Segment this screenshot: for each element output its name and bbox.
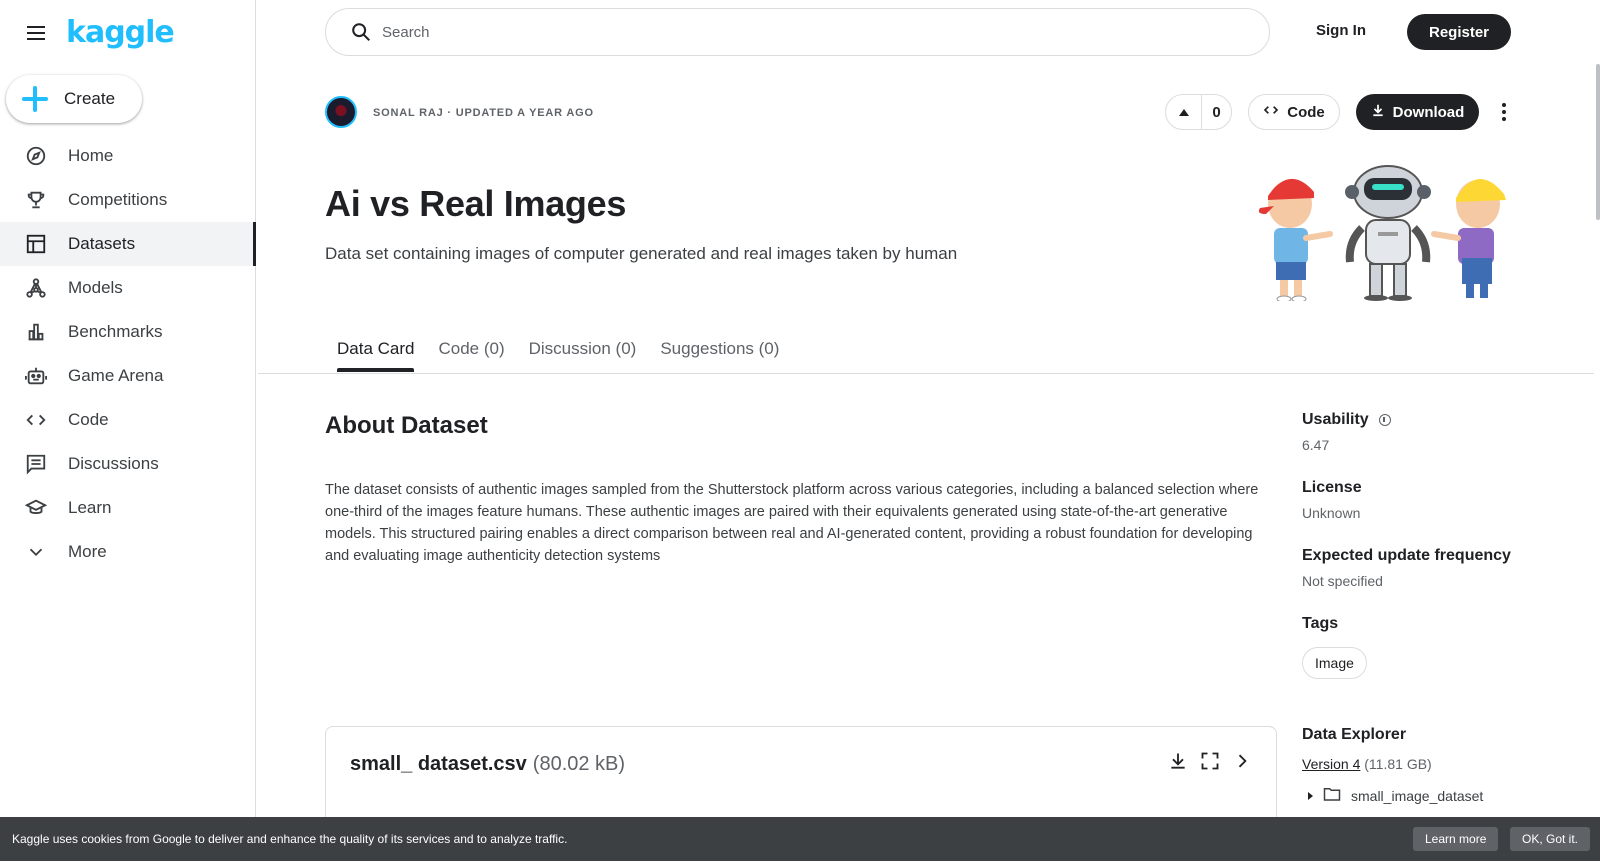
search-bar[interactable] [325, 8, 1270, 56]
tab-discussion[interactable]: Discussion (0) [517, 330, 649, 372]
register-button[interactable]: Register [1407, 14, 1511, 50]
sign-in-button[interactable]: Sign In [1316, 22, 1366, 39]
school-icon [24, 496, 48, 520]
code-icon [24, 408, 48, 432]
folder-icon [1323, 786, 1341, 805]
code-icon [1263, 102, 1279, 122]
search-input[interactable] [382, 23, 1242, 41]
create-label: Create [64, 89, 116, 108]
license-value: Unknown [1302, 505, 1361, 521]
usability-value: 6.47 [1302, 437, 1330, 453]
version-link[interactable]: Version 4 [1302, 756, 1360, 772]
code-button[interactable]: Code [1248, 94, 1340, 130]
download-icon[interactable] [1168, 751, 1188, 771]
sidebar-item-label: Models [68, 278, 123, 297]
avatar[interactable] [325, 96, 357, 128]
sidebar-item-label: Competitions [68, 190, 168, 209]
about-description: The dataset consists of authentic images… [325, 482, 1259, 564]
sidebar-item-label: More [68, 542, 107, 561]
sidebar: kaggle Create Home Competitions Datasets [0, 0, 256, 861]
sidebar-item-label: Game Arena [68, 366, 164, 385]
sidebar-item-discussions[interactable]: Discussions [0, 442, 256, 486]
sidebar-item-more[interactable]: More [0, 530, 256, 574]
hamburger-menu-icon[interactable] [24, 21, 48, 45]
frequency-label: Expected update frequency [1302, 547, 1511, 564]
chevron-down-icon [24, 540, 48, 564]
upvote-button[interactable] [1166, 95, 1202, 129]
download-icon [1371, 103, 1385, 121]
sidebar-nav: Home Competitions Datasets Models Benchm… [0, 134, 256, 574]
tab-suggestions[interactable]: Suggestions (0) [648, 330, 791, 372]
sidebar-item-benchmarks[interactable]: Benchmarks [0, 310, 256, 354]
sidebar-item-game-arena[interactable]: Game Arena [0, 354, 256, 398]
sidebar-item-code[interactable]: Code [0, 398, 256, 442]
usability-label: Usability [1302, 411, 1369, 428]
data-explorer-section: Data Explorer Version 4 (11.81 GB) small… [1302, 726, 1572, 805]
robot-icon [24, 364, 48, 388]
sidebar-item-label: Benchmarks [68, 322, 163, 341]
upvote-control: 0 [1165, 94, 1232, 130]
cookie-ok-button[interactable]: OK, Got it. [1510, 827, 1591, 851]
sidebar-item-label: Code [68, 410, 109, 429]
models-icon [24, 276, 48, 300]
download-button-label: Download [1392, 103, 1465, 121]
search-icon [350, 21, 372, 43]
sidebar-item-label: Learn [68, 498, 112, 517]
info-icon[interactable] [1378, 414, 1391, 426]
sidebar-item-datasets[interactable]: Datasets [0, 222, 256, 266]
version-size: (11.81 GB) [1364, 756, 1432, 772]
kaggle-logo[interactable]: kaggle [66, 16, 175, 50]
page-subtitle: Data set containing images of computer g… [325, 244, 958, 263]
sidebar-item-home[interactable]: Home [0, 134, 256, 178]
comment-icon [24, 452, 48, 476]
data-explorer-label: Data Explorer [1302, 726, 1407, 743]
sidebar-item-competitions[interactable]: Competitions [0, 178, 256, 222]
download-button[interactable]: Download [1356, 94, 1479, 130]
more-vert-icon[interactable] [1494, 100, 1514, 124]
tags-section: Tags Image [1302, 615, 1572, 679]
tag-chip[interactable]: Image [1302, 647, 1367, 679]
file-actions [1168, 751, 1252, 771]
plus-icon [22, 86, 48, 112]
tab-bar: Data Card Code (0) Discussion (0) Sugges… [325, 330, 791, 372]
tab-data-card[interactable]: Data Card [325, 330, 426, 372]
sidebar-item-label: Datasets [68, 234, 136, 253]
file-size: (80.02 kB) [532, 753, 626, 775]
license-label: License [1302, 479, 1362, 496]
brand: kaggle [24, 16, 175, 50]
sidebar-item-label: Discussions [68, 454, 159, 473]
usability-section: Usability 6.47 [1302, 411, 1572, 453]
owner-line: SONAL RAJ · UPDATED A YEAR AGO [373, 107, 594, 119]
arrow-up-icon [1178, 108, 1189, 116]
folder-name: small_image_dataset [1351, 787, 1484, 804]
dataset-cover-image [1258, 165, 1506, 301]
bar-chart-icon [24, 320, 48, 344]
fullscreen-icon[interactable] [1200, 751, 1220, 771]
sidebar-item-label: Home [68, 146, 114, 165]
about-heading: About Dataset [325, 412, 488, 439]
license-section: License Unknown [1302, 479, 1572, 521]
scrollbar[interactable] [1596, 64, 1600, 220]
sidebar-item-learn[interactable]: Learn [0, 486, 256, 530]
trophy-icon [24, 188, 48, 212]
table-icon [24, 232, 48, 256]
learn-more-button[interactable]: Learn more [1413, 827, 1499, 851]
caret-right-icon[interactable] [1308, 791, 1313, 800]
page-title: Ai vs Real Images [325, 183, 627, 224]
upvote-count: 0 [1212, 103, 1221, 121]
frequency-value: Not specified [1302, 573, 1383, 589]
tags-label: Tags [1302, 615, 1339, 632]
sidebar-item-models[interactable]: Models [0, 266, 256, 310]
frequency-section: Expected update frequency Not specified [1302, 547, 1572, 589]
chevron-right-icon[interactable] [1232, 751, 1252, 771]
cookie-text: Kaggle uses cookies from Google to deliv… [12, 832, 568, 846]
explorer-folder-row[interactable]: small_image_dataset [1308, 786, 1572, 805]
tabs-divider [258, 373, 1594, 374]
code-button-label: Code [1287, 103, 1325, 121]
file-name: small_ dataset.csv [350, 753, 527, 775]
create-button[interactable]: Create [6, 75, 142, 123]
compass-icon [24, 144, 48, 168]
cookie-banner: Kaggle uses cookies from Google to deliv… [0, 817, 1600, 861]
tab-code[interactable]: Code (0) [426, 330, 516, 372]
